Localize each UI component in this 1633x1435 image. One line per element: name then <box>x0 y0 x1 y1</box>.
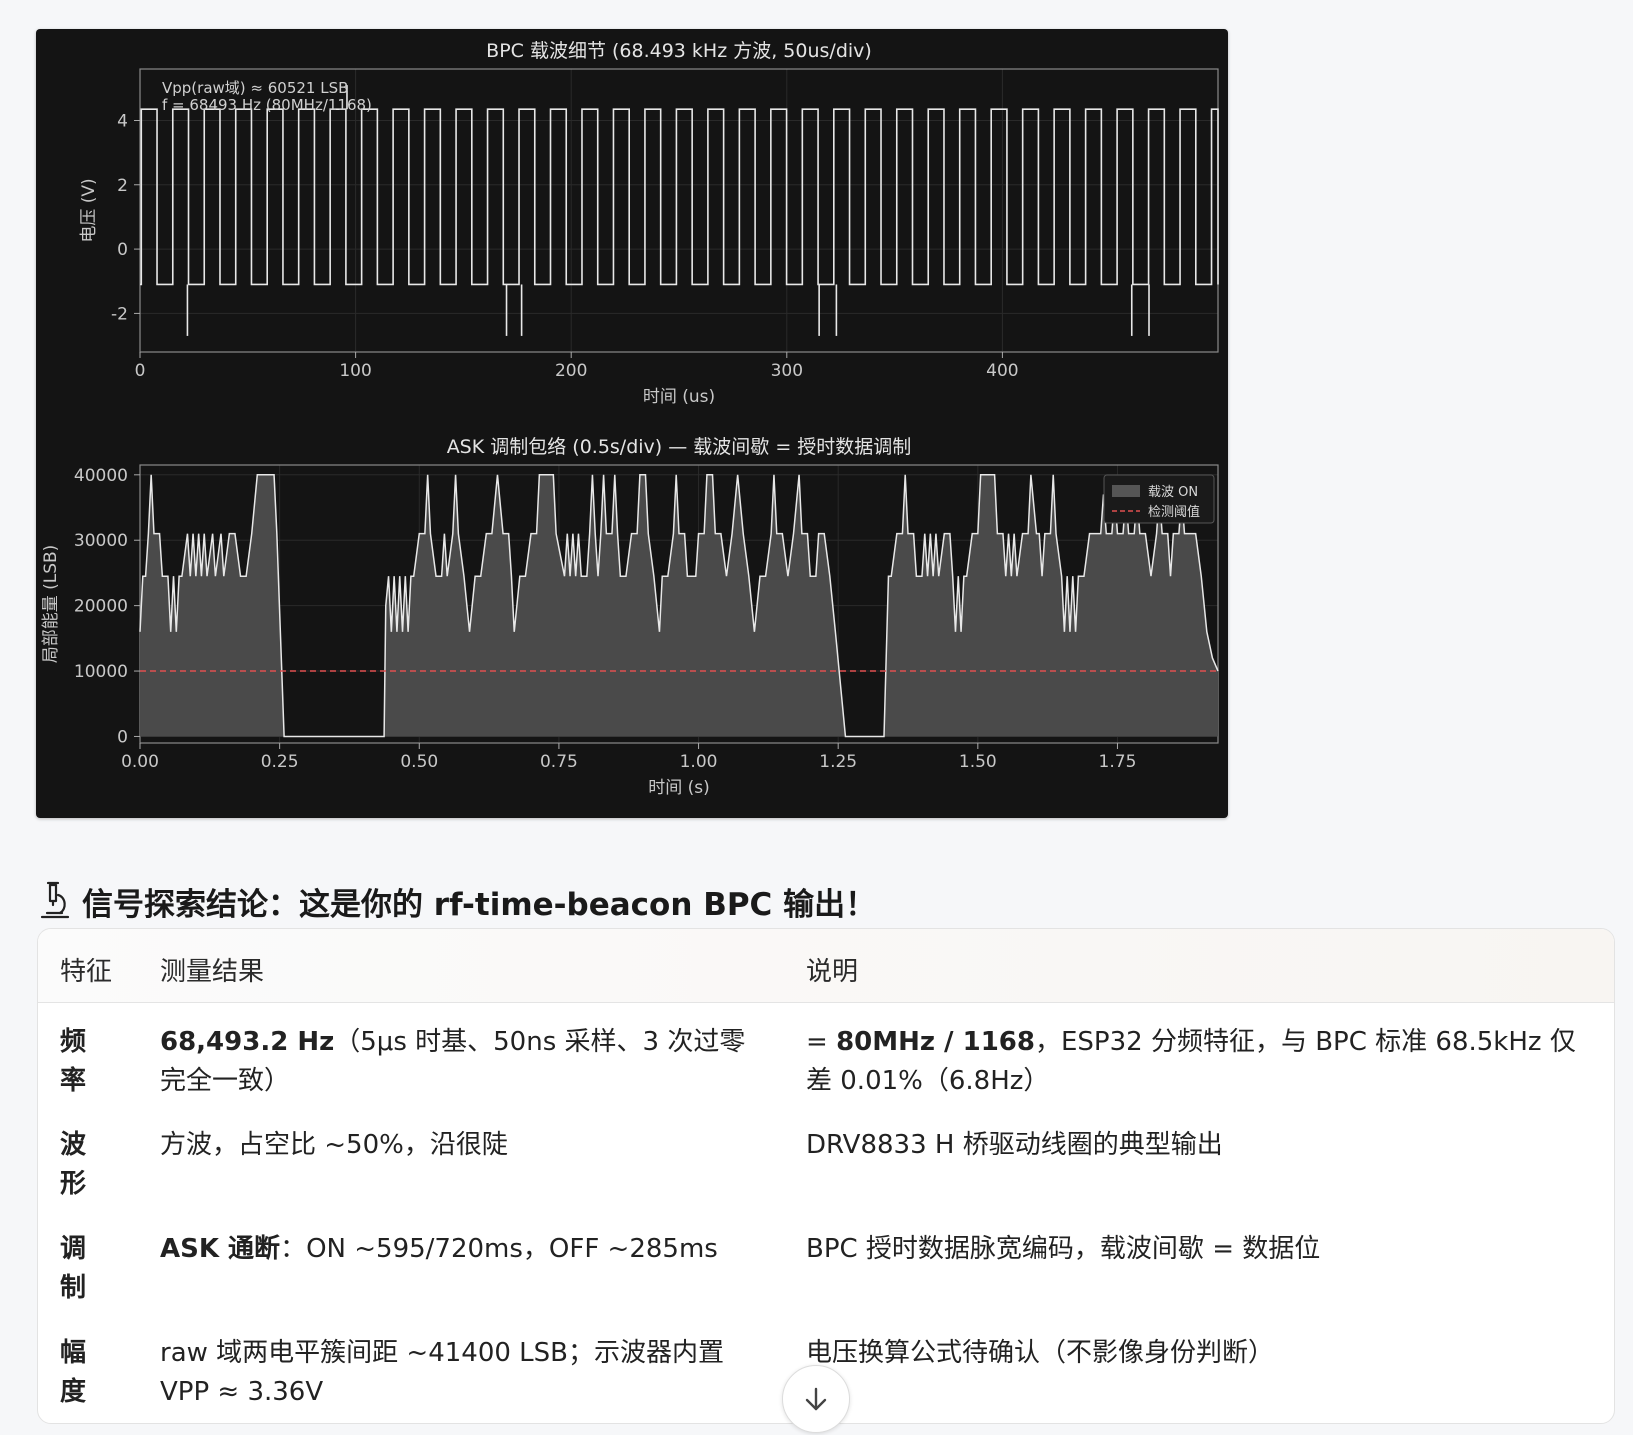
row-description: 电压换算公式待确认（不影像身份判断） <box>806 1338 1275 1368</box>
row-description: = 80MHz / 1168，ESP32 分频特征，与 BPC 标准 68.5k… <box>806 1027 1576 1096</box>
legend-swatch-on <box>1112 485 1140 497</box>
y-tick-label: 2 <box>117 176 128 196</box>
y-tick-label: 0 <box>117 240 128 260</box>
row-description: DRV8833 H 桥驱动线圈的典型输出 <box>806 1130 1223 1160</box>
chart-annotation: Vpp(raw域) ≈ 60521 LSB <box>162 79 348 97</box>
legend-label-threshold: 检测阈值 <box>1148 504 1200 520</box>
x-tick-label: 1.00 <box>680 752 718 772</box>
legend-label-on: 载波 ON <box>1148 485 1198 500</box>
row-key: 波形 <box>60 1130 87 1199</box>
y-axis-label: 电压 (V) <box>79 178 99 242</box>
row-measure: ASK 通断：ON ~595/720ms，OFF ~285ms <box>160 1234 718 1264</box>
x-tick-label: 400 <box>986 361 1018 381</box>
chart-title: ASK 调制包络 (0.5s/div) — 载波间歇 = 授时数据调制 <box>447 436 912 458</box>
microscope-icon <box>40 881 70 919</box>
x-tick-label: 300 <box>771 361 803 381</box>
y-tick-label: 40000 <box>74 466 128 486</box>
chart-figure: 0 100 200 300 400 -2 0 2 4 BPC 载波细节 (68.493 kHz 方… <box>36 29 1228 818</box>
chart-annotation: f = 68493 Hz (80MHz/1168) <box>162 96 372 114</box>
row-description: BPC 授时数据脉宽编码，载波间歇 = 数据位 <box>806 1234 1321 1264</box>
table-header: 特征 测量结果 说明 <box>38 929 1614 1003</box>
x-tick-label: 0.75 <box>540 752 578 772</box>
row-key: 幅度 <box>60 1338 87 1407</box>
chart-title: BPC 载波细节 (68.493 kHz 方波, 50us/div) <box>486 40 872 62</box>
header-feature: 特征 <box>60 957 113 987</box>
x-tick-label: 100 <box>339 361 371 381</box>
findings-table: 特征 测量结果 说明 频率 68,493.2 Hz（5μs 时基、50ns 采样… <box>37 928 1615 1424</box>
x-tick-label: 0.25 <box>261 752 299 772</box>
x-axis-label: 时间 (us) <box>643 387 715 407</box>
y-tick-label: 4 <box>117 111 128 131</box>
scroll-down-button[interactable] <box>782 1365 850 1433</box>
row-measure: 方波，占空比 ~50%，沿很陡 <box>160 1130 508 1160</box>
y-axis-label: 局部能量 (LSB) <box>41 545 61 664</box>
row-key: 调制 <box>60 1234 87 1303</box>
y-tick-label: 0 <box>117 727 128 747</box>
row-key: 频率 <box>60 1027 87 1096</box>
header-description: 说明 <box>806 957 859 987</box>
x-tick-label: 200 <box>555 361 587 381</box>
x-tick-label: 1.50 <box>959 752 997 772</box>
y-tick-label: -2 <box>111 304 128 324</box>
carrier-trace <box>140 108 1219 286</box>
arrow-down-icon <box>805 1387 827 1411</box>
x-tick-label: 0.00 <box>121 752 159 772</box>
x-tick-label: 0.50 <box>400 752 438 772</box>
y-tick-label: 30000 <box>74 531 128 551</box>
y-tick-label: 20000 <box>74 597 128 617</box>
x-tick-label: 1.25 <box>819 752 857 772</box>
x-axis-label: 时间 (s) <box>648 778 710 798</box>
row-measure: 68,493.2 Hz（5μs 时基、50ns 采样、3 次过零完全一致） <box>160 1027 746 1096</box>
x-tick-label: 1.75 <box>1099 752 1137 772</box>
x-tick-label: 0 <box>135 361 146 381</box>
row-measure: raw 域两电平簇间距 ~41400 LSB；示波器内置 VPP ≈ 3.36V <box>160 1338 725 1407</box>
section-title: 信号探索结论：这是你的 rf-time-beacon BPC 输出！ <box>82 886 877 923</box>
header-measurement: 测量结果 <box>160 957 265 987</box>
section-heading: 信号探索结论：这是你的 rf-time-beacon BPC 输出！ <box>38 876 876 926</box>
chart-canvas: 0 100 200 300 400 -2 0 2 4 BPC 载波细节 (68.493 kHz 方… <box>41 40 1219 798</box>
y-tick-label: 10000 <box>74 662 128 682</box>
